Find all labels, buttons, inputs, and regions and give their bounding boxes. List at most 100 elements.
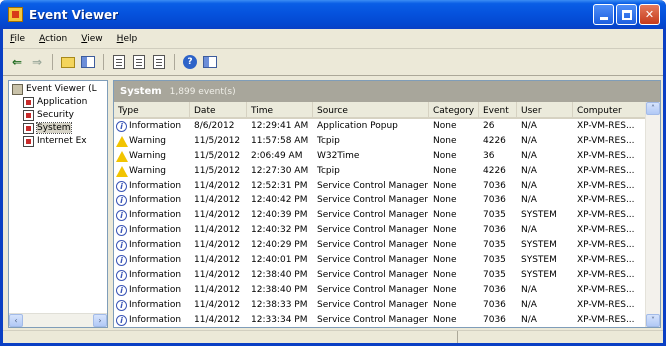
log-icon bbox=[23, 136, 34, 147]
table-row[interactable]: i Information 11/4/2012 12:40:32 PM Service … bbox=[114, 223, 646, 238]
cell-type: i Information bbox=[114, 193, 190, 208]
cell-user: N/A bbox=[521, 165, 537, 176]
tree-root-event-viewer[interactable]: Event Viewer (L bbox=[12, 84, 97, 95]
table-row[interactable]: i Information 11/4/2012 12:38:40 PM Service … bbox=[114, 283, 646, 298]
information-icon: i bbox=[116, 255, 127, 267]
tree-item-application[interactable]: Application bbox=[23, 97, 87, 108]
export-list-button[interactable] bbox=[111, 54, 127, 70]
cell-source: Service Control Manager bbox=[317, 269, 428, 280]
cell-user: N/A bbox=[521, 299, 537, 310]
cell-time: 12:38:33 PM bbox=[251, 299, 308, 310]
tree-pane[interactable]: Event Viewer (L Application Security Sys… bbox=[8, 80, 108, 328]
properties-icon bbox=[133, 55, 145, 69]
toolbar-separator bbox=[103, 54, 104, 70]
toolbar-separator bbox=[52, 54, 53, 70]
toolbar-separator bbox=[174, 54, 175, 70]
cell-event: 7035 bbox=[483, 255, 506, 266]
table-row[interactable]: Warning 11/5/2012 11:57:58 AM Tcpip None 4226… bbox=[114, 134, 646, 149]
minimize-icon bbox=[599, 17, 608, 20]
scroll-down-button[interactable]: ˅ bbox=[646, 314, 660, 327]
scroll-right-button[interactable]: › bbox=[93, 314, 107, 327]
cell-time: 11:57:58 AM bbox=[251, 135, 309, 146]
help-button[interactable]: ? bbox=[182, 54, 198, 70]
menu-view[interactable]: View bbox=[74, 34, 109, 44]
cell-type: Warning bbox=[114, 149, 190, 164]
information-icon: i bbox=[116, 210, 127, 222]
close-button[interactable]: ✕ bbox=[639, 4, 660, 25]
column-header-time[interactable]: Time bbox=[247, 102, 313, 119]
cell-user: SYSTEM bbox=[521, 240, 557, 251]
table-row[interactable]: i Information 11/4/2012 12:38:40 PM Service … bbox=[114, 268, 646, 283]
show-hide-pane-button[interactable] bbox=[80, 54, 96, 70]
table-row[interactable]: i Information 11/4/2012 12:40:29 PM Service … bbox=[114, 238, 646, 253]
properties-button[interactable] bbox=[131, 54, 147, 70]
scroll-up-button[interactable]: ˄ bbox=[646, 102, 660, 115]
minimize-button[interactable] bbox=[593, 4, 614, 25]
chevron-up-icon: ˄ bbox=[651, 104, 655, 113]
cell-event: 7036 bbox=[483, 180, 506, 191]
list-vertical-scrollbar[interactable]: ˄ ˅ bbox=[645, 102, 660, 327]
cell-date: 11/4/2012 bbox=[194, 314, 241, 325]
cell-source: Application Popup bbox=[317, 121, 398, 131]
table-row[interactable]: Warning 11/5/2012 12:27:30 AM Tcpip None 4226… bbox=[114, 164, 646, 179]
cell-user: N/A bbox=[521, 195, 537, 206]
column-header-event[interactable]: Event bbox=[479, 102, 517, 119]
column-header-computer[interactable]: Computer bbox=[573, 102, 646, 119]
cell-category: None bbox=[433, 135, 457, 146]
cell-computer: XP-VM-RES... bbox=[577, 210, 635, 221]
table-row[interactable]: i Information 11/4/2012 12:40:39 PM Service … bbox=[114, 208, 646, 223]
title-bar[interactable]: Event Viewer ✕ bbox=[0, 0, 666, 29]
table-row[interactable]: i Information 11/4/2012 12:38:33 PM Service … bbox=[114, 298, 646, 313]
tree-item-internet-explorer[interactable]: Internet Ex bbox=[23, 136, 87, 147]
tree-horizontal-scrollbar[interactable]: ‹ › bbox=[9, 313, 107, 327]
cell-source: W32Time bbox=[317, 150, 360, 161]
cell-category: None bbox=[433, 195, 457, 206]
cell-date: 11/4/2012 bbox=[194, 225, 241, 236]
cell-type: i Information bbox=[114, 253, 190, 268]
computer-icon bbox=[12, 84, 23, 95]
status-segment bbox=[3, 331, 458, 343]
event-count: 1,899 event(s) bbox=[169, 86, 236, 97]
information-icon: i bbox=[116, 299, 127, 311]
cell-user: N/A bbox=[521, 150, 537, 161]
column-header-source[interactable]: Source bbox=[313, 102, 429, 119]
table-row[interactable]: Warning 11/5/2012 2:06:49 AM W32Time None 36 N… bbox=[114, 149, 646, 164]
table-row[interactable]: i Information 11/4/2012 12:52:31 PM Service … bbox=[114, 179, 646, 194]
up-folder-button[interactable] bbox=[60, 54, 76, 70]
scroll-left-button[interactable]: ‹ bbox=[9, 314, 23, 327]
warning-icon bbox=[116, 165, 128, 177]
back-button[interactable]: ⇐ bbox=[9, 54, 25, 70]
tree-item-security[interactable]: Security bbox=[23, 110, 74, 121]
cell-source: Service Control Manager bbox=[317, 195, 428, 206]
cell-category: None bbox=[433, 269, 457, 280]
cell-computer: XP-VM-RES... bbox=[577, 150, 635, 161]
maximize-button[interactable] bbox=[616, 4, 637, 25]
forward-button[interactable]: ⇒ bbox=[29, 54, 45, 70]
column-header-category[interactable]: Category bbox=[429, 102, 479, 119]
column-header-date[interactable]: Date bbox=[190, 102, 247, 119]
cell-user: SYSTEM bbox=[521, 269, 557, 280]
cell-source: Tcpip bbox=[317, 165, 340, 176]
cell-date: 11/5/2012 bbox=[194, 165, 241, 176]
tree-item-system[interactable]: System bbox=[23, 122, 72, 134]
log-icon bbox=[23, 123, 34, 134]
cell-computer: XP-VM-RES... bbox=[577, 135, 635, 146]
refresh-button[interactable] bbox=[151, 54, 167, 70]
column-header-user[interactable]: User bbox=[517, 102, 573, 119]
table-row[interactable]: i Information 11/4/2012 12:33:34 PM Service … bbox=[114, 313, 646, 327]
menu-action[interactable]: Action bbox=[32, 34, 74, 44]
cell-source: Service Control Manager bbox=[317, 314, 428, 325]
table-row[interactable]: i Information 11/4/2012 12:40:42 PM Service … bbox=[114, 193, 646, 208]
pane-view-button[interactable] bbox=[202, 54, 218, 70]
cell-source: Service Control Manager bbox=[317, 240, 428, 251]
table-row[interactable]: i Information 8/6/2012 12:29:41 AM Applicati… bbox=[114, 119, 646, 134]
column-header-row: Type Date Time Source Category Event Use… bbox=[114, 102, 646, 119]
export-list-icon bbox=[113, 55, 125, 69]
cell-source: Tcpip bbox=[317, 135, 340, 146]
cell-event: 7036 bbox=[483, 314, 506, 325]
table-row[interactable]: i Information 11/4/2012 12:40:01 PM Service … bbox=[114, 253, 646, 268]
menu-help[interactable]: Help bbox=[110, 34, 145, 44]
cell-time: 12:38:40 PM bbox=[251, 284, 308, 295]
column-header-type[interactable]: Type bbox=[114, 102, 190, 119]
menu-file[interactable]: File bbox=[3, 34, 32, 44]
